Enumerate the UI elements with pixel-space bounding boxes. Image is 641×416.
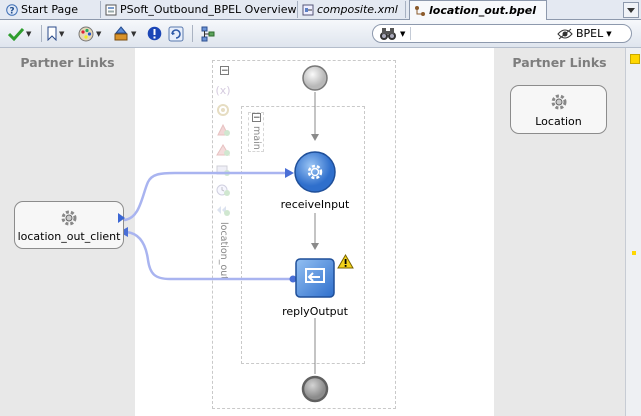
refresh-icon <box>168 26 184 41</box>
chevron-down-icon[interactable]: ▼ <box>131 30 136 38</box>
reply-output-activity[interactable] <box>295 258 337 300</box>
scope-label: main <box>251 126 262 150</box>
hierarchy-icon <box>201 26 215 41</box>
tab-location-out-bpel[interactable]: location_out.bpel <box>409 0 547 20</box>
vertical-scrollbar[interactable] <box>625 48 641 416</box>
svg-text:?: ? <box>9 6 14 16</box>
refresh-button[interactable] <box>168 24 184 43</box>
bpel-label: BPEL <box>576 27 604 40</box>
receive-input-label: receiveInput <box>280 198 350 211</box>
correlation-icon[interactable] <box>215 102 231 118</box>
deploy-button[interactable]: ▼ <box>113 24 136 43</box>
receive-input-activity[interactable] <box>293 150 337 194</box>
bpel-view-dropdown[interactable]: BPEL ▼ <box>557 25 612 42</box>
tab-project-overview[interactable]: PSoft_Outbound_BPEL Overview <box>101 1 298 18</box>
variables-icon[interactable]: (x) <box>215 82 231 98</box>
reply-output-label: replyOutput <box>282 305 348 318</box>
warning-marker[interactable] <box>632 251 636 255</box>
checkmark-icon <box>8 27 24 41</box>
error-button[interactable] <box>147 24 162 43</box>
palette-button[interactable]: ▼ <box>78 24 101 43</box>
tab-label: composite.xml <box>317 3 398 16</box>
warning-marker[interactable] <box>630 54 640 64</box>
chevron-down-icon[interactable]: ▼ <box>96 30 101 38</box>
chevron-down-icon: ▼ <box>606 29 612 38</box>
tab-label: Start Page <box>21 3 78 16</box>
partner-links-header: Partner Links <box>20 55 115 70</box>
process-start-node[interactable] <box>301 64 329 92</box>
partner-links-header: Partner Links <box>512 55 607 70</box>
project-icon <box>105 4 117 15</box>
alarm-event-icon[interactable] <box>215 182 231 198</box>
help-icon: ? <box>6 3 18 16</box>
chevron-down-icon[interactable]: ▼ <box>400 30 405 38</box>
partner-link-location[interactable]: Location <box>510 85 607 134</box>
bookmark-button[interactable]: ▼ <box>47 24 64 43</box>
message-event-icon[interactable] <box>215 162 231 178</box>
partner-link-location-out-client[interactable]: location_out_client <box>14 201 124 249</box>
composite-icon <box>302 4 314 15</box>
tab-composite[interactable]: composite.xml <box>298 1 406 18</box>
chevron-down-icon <box>627 7 635 13</box>
process-end-node[interactable] <box>301 375 329 403</box>
partner-link-label: Location <box>535 115 582 128</box>
bpel-process-icon <box>415 5 425 16</box>
sensor-icon[interactable] <box>215 202 231 218</box>
partner-link-button[interactable] <box>200 24 216 43</box>
palette-icon <box>78 26 94 41</box>
error-icon <box>147 26 162 41</box>
compensation-icon[interactable] <box>215 142 231 158</box>
toolbar-separator <box>41 25 42 42</box>
editor-tab-bar: ? Start Page PSoft_Outbound_BPEL Overvie… <box>0 0 641 20</box>
partner-link-label: location_out_client <box>17 230 121 243</box>
tab-label: location_out.bpel <box>429 4 536 17</box>
collapse-process-button[interactable]: − <box>220 66 229 76</box>
tab-list-dropdown[interactable] <box>623 2 639 18</box>
chevron-down-icon[interactable]: ▼ <box>26 30 31 38</box>
svg-text:(x): (x) <box>215 84 230 97</box>
toolbar-separator <box>192 25 193 42</box>
gear-icon <box>61 210 77 226</box>
gear-icon <box>551 94 566 110</box>
deploy-icon <box>114 25 128 40</box>
warning-icon[interactable] <box>337 254 354 269</box>
collapse-scope-button[interactable]: − <box>252 113 261 123</box>
search-divider <box>410 27 411 40</box>
tab-label: PSoft_Outbound_BPEL Overview <box>120 3 297 16</box>
chevron-down-icon[interactable]: ▼ <box>59 30 64 38</box>
partner-link-port[interactable] <box>118 213 125 223</box>
process-label: location_out <box>218 222 229 281</box>
tab-start-page[interactable]: ? Start Page <box>2 1 101 18</box>
fault-handler-icon[interactable] <box>215 122 231 138</box>
bookmark-icon <box>47 26 57 41</box>
eye-icon <box>557 28 573 39</box>
validate-button[interactable]: ▼ <box>8 24 31 43</box>
binoculars-icon <box>380 28 396 40</box>
